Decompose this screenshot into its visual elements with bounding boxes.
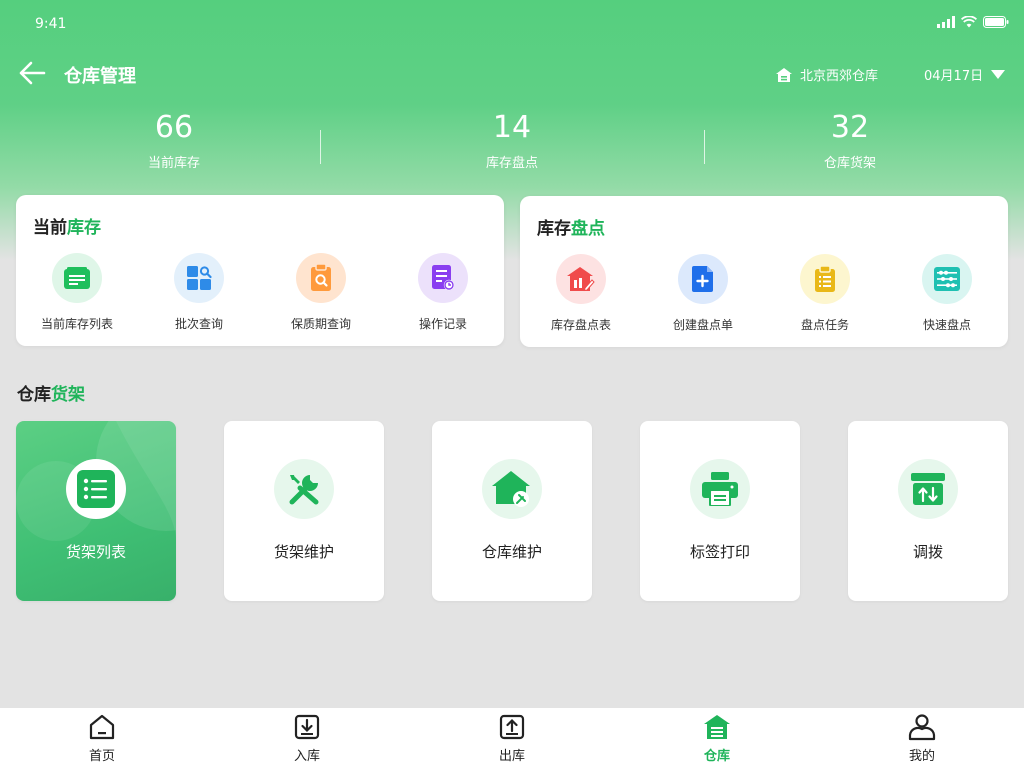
card-title: 当前库存 bbox=[33, 213, 101, 238]
tab-inbound[interactable]: 入库 bbox=[257, 708, 357, 768]
stat-divider bbox=[704, 130, 705, 164]
item-label: 保质期查询 bbox=[290, 317, 351, 331]
abacus-icon bbox=[922, 254, 972, 304]
list-icon bbox=[66, 459, 126, 519]
clipboard-search-icon bbox=[296, 253, 346, 303]
item-label: 操作记录 bbox=[418, 317, 467, 331]
date-value: 04月17日 bbox=[924, 69, 984, 84]
tab-label: 入库 bbox=[293, 749, 320, 764]
home-small-icon bbox=[776, 67, 792, 82]
warehouse-icon bbox=[704, 715, 730, 739]
tab-profile[interactable]: 我的 bbox=[872, 708, 972, 768]
list-doc-icon bbox=[52, 253, 102, 303]
inventory-list-item[interactable]: 当前库存列表 bbox=[16, 253, 138, 332]
warehouse-edit-icon bbox=[556, 254, 606, 304]
file-plus-icon bbox=[678, 254, 728, 304]
tab-label: 我的 bbox=[908, 749, 935, 764]
tile-label: 标签打印 bbox=[689, 543, 750, 561]
current-inventory-card: 当前库存 当前库存列表 批次查询 保质期查询 操作记录 bbox=[16, 195, 504, 346]
arrow-left-icon bbox=[19, 61, 46, 85]
tile-label: 货架维护 bbox=[273, 543, 334, 561]
tile-label: 调拨 bbox=[912, 543, 943, 561]
tab-label: 首页 bbox=[88, 749, 115, 764]
clipboard-list-icon bbox=[800, 254, 850, 304]
stats-row: 66 当前库存 14 库存盘点 32 仓库货架 bbox=[0, 108, 1024, 180]
tab-label: 仓库 bbox=[703, 749, 730, 764]
stat-divider bbox=[320, 130, 321, 164]
tab-label: 出库 bbox=[498, 749, 525, 764]
page-title: 仓库管理 bbox=[64, 66, 136, 87]
stat-value: 14 bbox=[492, 110, 532, 145]
item-label: 盘点任务 bbox=[800, 318, 849, 332]
status-time: 9:41 bbox=[35, 16, 67, 32]
tile-label: 仓库维护 bbox=[481, 543, 542, 561]
back-button[interactable] bbox=[18, 60, 46, 86]
wifi-icon bbox=[961, 16, 977, 28]
grid-search-icon bbox=[174, 253, 224, 303]
stat-current-stock[interactable]: 66 当前库存 bbox=[74, 108, 274, 171]
card-title-text: 库存 bbox=[537, 219, 571, 239]
tab-home[interactable]: 首页 bbox=[52, 708, 152, 768]
transfer-box-icon bbox=[898, 459, 958, 519]
tab-outbound[interactable]: 出库 bbox=[462, 708, 562, 768]
stocktake-card: 库存盘点 库存盘点表 创建盘点单 盘点任务 快速盘点 bbox=[520, 196, 1008, 347]
section-title-text: 仓库 bbox=[17, 385, 51, 405]
outbound-icon bbox=[499, 714, 525, 740]
signal-icon bbox=[937, 16, 955, 28]
item-label: 批次查询 bbox=[174, 317, 223, 331]
stocktake-sheet-item[interactable]: 库存盘点表 bbox=[520, 254, 642, 333]
stat-shelves[interactable]: 32 仓库货架 bbox=[750, 108, 950, 171]
item-label: 创建盘点单 bbox=[672, 318, 733, 332]
label-print-tile[interactable]: 标签打印 bbox=[640, 421, 800, 601]
stat-label: 仓库货架 bbox=[823, 156, 876, 171]
printer-icon bbox=[690, 459, 750, 519]
tab-warehouse[interactable]: 仓库 bbox=[667, 708, 767, 768]
stat-label: 当前库存 bbox=[147, 156, 200, 171]
stat-stocktake[interactable]: 14 库存盘点 bbox=[412, 108, 612, 171]
stat-label: 库存盘点 bbox=[485, 156, 538, 171]
section-title-highlight: 货架 bbox=[51, 385, 85, 405]
section-title-shelves: 仓库货架 bbox=[17, 380, 85, 405]
date-selector[interactable]: 04月17日 bbox=[924, 65, 1006, 84]
tile-label: 货架列表 bbox=[65, 543, 126, 561]
title-bar: 仓库管理 北京西郊仓库 04月17日 bbox=[0, 50, 1024, 96]
user-icon bbox=[908, 714, 936, 741]
item-label: 库存盘点表 bbox=[550, 318, 611, 332]
tools-icon bbox=[274, 459, 334, 519]
house-tool-icon bbox=[482, 459, 542, 519]
create-stocktake-item[interactable]: 创建盘点单 bbox=[642, 254, 764, 333]
status-bar: 9:41 bbox=[0, 0, 1024, 48]
batch-query-item[interactable]: 批次查询 bbox=[138, 253, 260, 332]
card-title-text: 当前 bbox=[33, 218, 67, 238]
card-title: 库存盘点 bbox=[537, 214, 605, 239]
stat-value: 66 bbox=[154, 110, 194, 145]
warehouse-selector[interactable]: 北京西郊仓库 bbox=[776, 65, 878, 84]
caret-down-icon bbox=[991, 70, 1006, 79]
shelf-list-tile[interactable]: 货架列表 bbox=[16, 421, 176, 601]
quick-stocktake-item[interactable]: 快速盘点 bbox=[886, 254, 1008, 333]
item-label: 当前库存列表 bbox=[40, 317, 113, 331]
inbound-icon bbox=[294, 714, 320, 740]
card-title-highlight: 盘点 bbox=[571, 219, 605, 239]
stocktake-task-item[interactable]: 盘点任务 bbox=[764, 254, 886, 333]
battery-icon bbox=[983, 16, 1009, 28]
home-icon bbox=[89, 714, 115, 740]
card-title-highlight: 库存 bbox=[67, 218, 101, 238]
status-icons bbox=[937, 16, 1009, 28]
doc-clock-icon bbox=[418, 253, 468, 303]
warehouse-name: 北京西郊仓库 bbox=[800, 69, 879, 84]
transfer-tile[interactable]: 调拨 bbox=[848, 421, 1008, 601]
warehouse-maintenance-tile[interactable]: 仓库维护 bbox=[432, 421, 592, 601]
expiry-query-item[interactable]: 保质期查询 bbox=[260, 253, 382, 332]
shelf-maintenance-tile[interactable]: 货架维护 bbox=[224, 421, 384, 601]
stat-value: 32 bbox=[830, 110, 870, 145]
operation-log-item[interactable]: 操作记录 bbox=[382, 253, 504, 332]
item-label: 快速盘点 bbox=[922, 318, 971, 332]
bottom-tab-bar: 首页 入库 出库 仓库 我的 bbox=[0, 708, 1024, 768]
